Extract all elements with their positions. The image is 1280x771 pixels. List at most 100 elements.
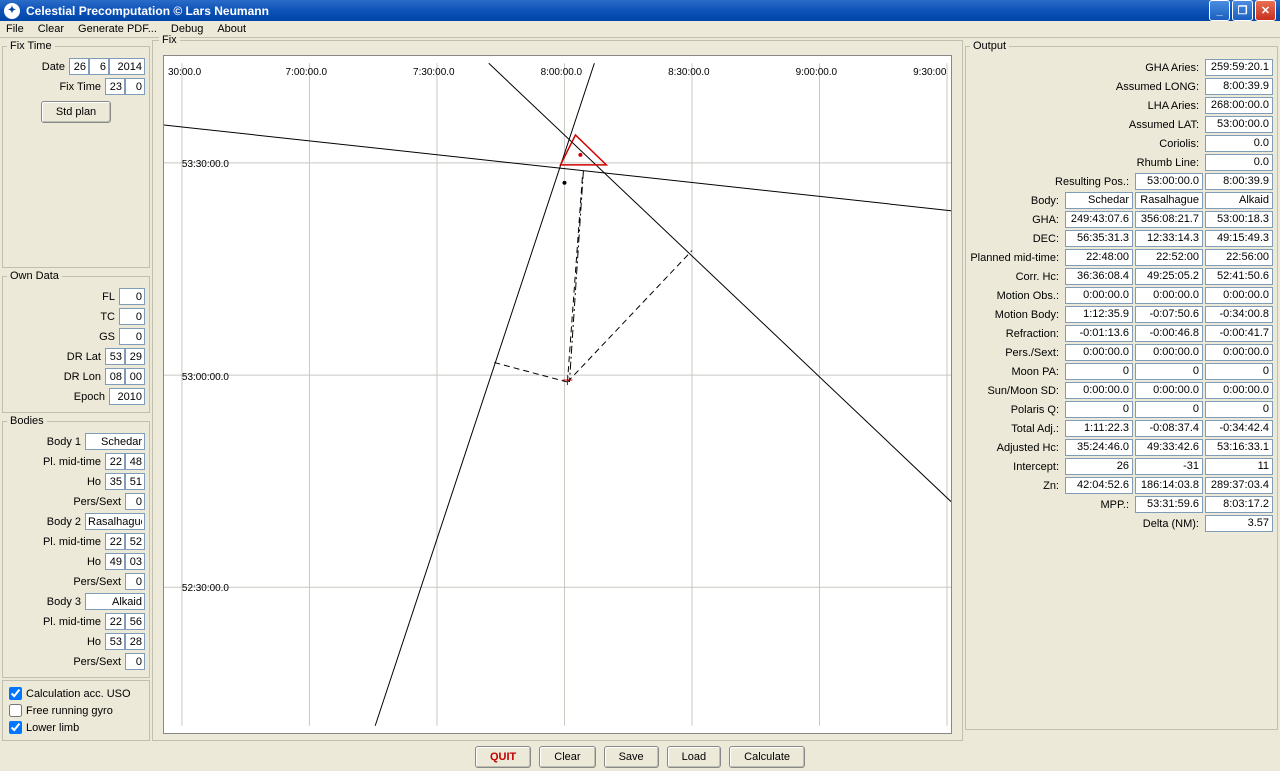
date-day-input[interactable]: [69, 58, 89, 75]
output-value: -0:00:46.8: [1135, 325, 1203, 342]
drlat-label: DR Lat: [7, 351, 105, 363]
b2-ho-b[interactable]: [125, 553, 145, 570]
output-label: Zn:: [970, 480, 1063, 492]
date-month-input[interactable]: [89, 58, 109, 75]
b1-ho-b[interactable]: [125, 473, 145, 490]
b2-ps[interactable]: [125, 573, 145, 590]
drlat-a-input[interactable]: [105, 348, 125, 365]
output-value: 36:36:08.4: [1065, 268, 1133, 285]
output-value: 0: [1205, 363, 1273, 380]
output-row: Assumed LONG:8:00:39.9: [970, 77, 1273, 96]
b3-plmid-label: Pl. mid-time: [7, 616, 105, 628]
output-row: Total Adj.:1:11:22.3-0:08:37.4-0:34:42.4: [970, 419, 1273, 438]
fl-label: FL: [7, 291, 119, 303]
menu-file[interactable]: File: [6, 23, 24, 35]
output-label: Total Adj.:: [970, 423, 1063, 435]
b2-pm-m[interactable]: [125, 533, 145, 550]
output-label: GHA Aries:: [970, 62, 1203, 74]
output-value: 35:24:46.0: [1065, 439, 1133, 456]
output-label: DEC:: [970, 233, 1063, 245]
b3-pm-m[interactable]: [125, 613, 145, 630]
gs-label: GS: [7, 331, 119, 343]
menu-about[interactable]: About: [217, 23, 246, 35]
output-label: Corr. Hc:: [970, 271, 1063, 283]
checks-panel: Calculation acc. USO Free running gyro L…: [2, 680, 150, 741]
b1-pm-h[interactable]: [105, 453, 125, 470]
output-value: 53:31:59.6: [1135, 496, 1203, 513]
output-value: 0.0: [1205, 154, 1273, 171]
owndata-legend: Own Data: [7, 270, 62, 282]
output-row: Assumed LAT:53:00:00.0: [970, 115, 1273, 134]
drlon-a-input[interactable]: [105, 368, 125, 385]
menu-generate-pdf[interactable]: Generate PDF...: [78, 23, 157, 35]
output-value: 0: [1065, 401, 1133, 418]
body3-input[interactable]: [85, 593, 145, 610]
calc-uso-checkbox[interactable]: [9, 687, 22, 700]
b1-ps[interactable]: [125, 493, 145, 510]
output-row: Pers./Sext:0:00:00.00:00:00.00:00:00.0: [970, 343, 1273, 362]
output-value: 249:43:07.6: [1065, 211, 1133, 228]
close-button[interactable]: ✕: [1255, 0, 1276, 21]
free-gyro-checkbox[interactable]: [9, 704, 22, 717]
maximize-button[interactable]: ❐: [1232, 0, 1253, 21]
tc-label: TC: [7, 311, 119, 323]
fixtime-m-input[interactable]: [125, 78, 145, 95]
b2-pm-h[interactable]: [105, 533, 125, 550]
stdplan-button[interactable]: Std plan: [41, 101, 111, 123]
svg-text:53:00:00.0: 53:00:00.0: [182, 372, 230, 383]
b2-ho-a[interactable]: [105, 553, 125, 570]
svg-text:9:00:00.0: 9:00:00.0: [796, 68, 838, 79]
b3-ps[interactable]: [125, 653, 145, 670]
fix-legend: Fix: [159, 34, 180, 46]
svg-text:7:30:00.0: 7:30:00.0: [413, 68, 455, 79]
b3-ho-a[interactable]: [105, 633, 125, 650]
output-value: 22:56:00: [1205, 249, 1273, 266]
lower-limb-checkbox[interactable]: [9, 721, 22, 734]
drlon-b-input[interactable]: [125, 368, 145, 385]
b2-ps-label: Pers/Sext: [7, 576, 125, 588]
fixtime-h-input[interactable]: [105, 78, 125, 95]
minimize-button[interactable]: _: [1209, 0, 1230, 21]
content: Fix Time Date Fix Time Std plan Own Data…: [0, 38, 1280, 743]
date-year-input[interactable]: [109, 58, 145, 75]
b3-pm-h[interactable]: [105, 613, 125, 630]
output-label: Motion Obs.:: [970, 290, 1063, 302]
output-row: Body:SchedarRasalhagueAlkaid: [970, 191, 1273, 210]
output-row: Motion Obs.:0:00:00.00:00:00.00:00:00.0: [970, 286, 1273, 305]
output-value: 53:00:18.3: [1205, 211, 1273, 228]
menubar: File Clear Generate PDF... Debug About: [0, 21, 1280, 38]
output-label: GHA:: [970, 214, 1063, 226]
gs-input[interactable]: [119, 328, 145, 345]
output-value: 0:00:00.0: [1135, 382, 1203, 399]
body3-label: Body 3: [7, 596, 85, 608]
fl-input[interactable]: [119, 288, 145, 305]
epoch-input[interactable]: [109, 388, 145, 405]
menu-clear[interactable]: Clear: [38, 23, 64, 35]
menu-debug[interactable]: Debug: [171, 23, 203, 35]
output-label: Assumed LONG:: [970, 81, 1203, 93]
output-row: GHA:249:43:07.6356:08:21.753:00:18.3: [970, 210, 1273, 229]
output-label: Planned mid-time:: [970, 252, 1063, 264]
load-button[interactable]: Load: [667, 746, 721, 768]
clear-button[interactable]: Clear: [539, 746, 595, 768]
calc-uso-label: Calculation acc. USO: [26, 688, 131, 700]
calculate-button[interactable]: Calculate: [729, 746, 805, 768]
tc-input[interactable]: [119, 308, 145, 325]
output-value: 52:41:50.6: [1205, 268, 1273, 285]
output-row: Refraction:-0:01:13.6-0:00:46.8-0:00:41.…: [970, 324, 1273, 343]
b1-ho-a[interactable]: [105, 473, 125, 490]
quit-button[interactable]: QUIT: [475, 746, 531, 768]
body1-input[interactable]: [85, 433, 145, 450]
save-button[interactable]: Save: [604, 746, 659, 768]
output-value: 49:15:49.3: [1205, 230, 1273, 247]
b1-ho-label: Ho: [7, 476, 105, 488]
output-legend: Output: [970, 40, 1009, 52]
output-value: Alkaid: [1205, 192, 1273, 209]
drlat-b-input[interactable]: [125, 348, 145, 365]
body2-input[interactable]: [85, 513, 145, 530]
output-value: 53:00:00.0: [1135, 173, 1203, 190]
b1-pm-m[interactable]: [125, 453, 145, 470]
b3-ho-b[interactable]: [125, 633, 145, 650]
output-label: Motion Body:: [970, 309, 1063, 321]
output-row: Adjusted Hc:35:24:46.049:33:42.653:16:33…: [970, 438, 1273, 457]
